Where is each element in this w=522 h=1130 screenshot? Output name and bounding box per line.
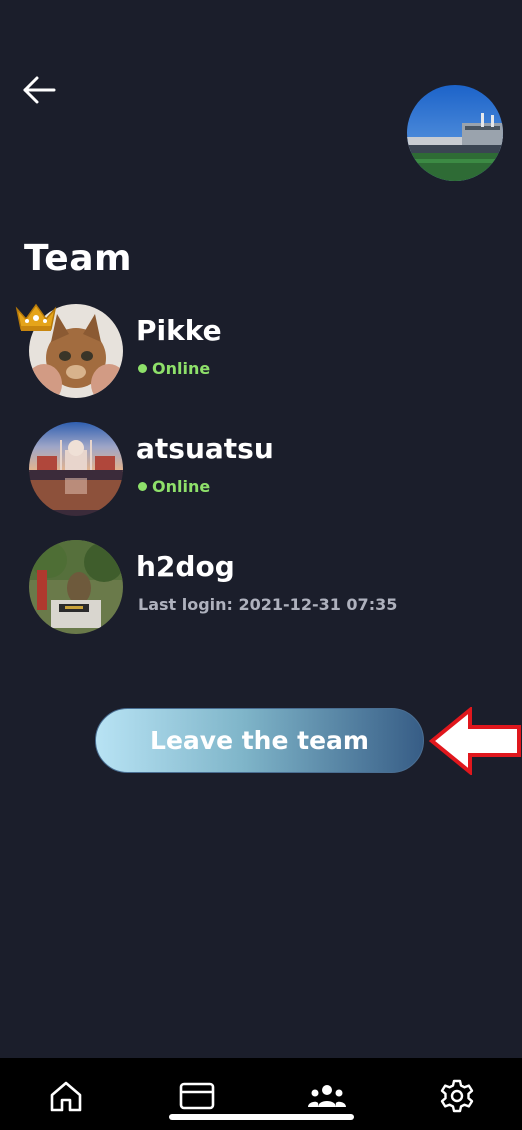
home-icon [50,1081,82,1112]
stadium-photo [407,85,503,181]
arrow-left-icon [23,76,56,104]
member-name: h2dog [136,550,235,583]
annotation-arrow-icon [428,705,522,777]
nav-team[interactable] [305,1076,349,1116]
member-name: atsuatsu [136,432,274,465]
avatar [29,422,123,516]
taj-mahal-photo [29,422,123,516]
member-name: Pikke [136,314,222,347]
back-button[interactable] [18,70,62,110]
team-icon [308,1085,346,1107]
online-dot-icon [138,482,147,491]
leave-team-button[interactable]: Leave the team [95,708,424,773]
gear-icon [440,1079,474,1113]
crown-icon [13,299,59,333]
online-dot-icon [138,364,147,373]
profile-avatar[interactable] [407,85,503,181]
nav-card[interactable] [175,1076,219,1116]
leave-team-label: Leave the team [150,726,369,755]
team-member-row[interactable]: Pikke Online [0,303,522,404]
status-badge: Online [138,359,210,378]
team-member-row[interactable]: h2dog Last login: 2021-12-31 07:35 [0,540,522,640]
dog-statue-photo [29,540,123,634]
avatar [29,540,123,634]
status-badge: Last login: 2021-12-31 07:35 [138,595,397,614]
nav-home[interactable] [44,1076,88,1116]
bottom-nav [0,1058,522,1130]
status-text: Last login: 2021-12-31 07:35 [138,595,398,614]
nav-settings[interactable] [435,1076,479,1116]
status-text: Online [152,477,211,496]
status-badge: Online [138,477,210,496]
home-indicator[interactable] [169,1114,354,1120]
page-title: Team [24,238,132,279]
status-text: Online [152,359,211,378]
team-member-row[interactable]: atsuatsu Online [0,422,522,522]
card-icon [179,1082,215,1110]
